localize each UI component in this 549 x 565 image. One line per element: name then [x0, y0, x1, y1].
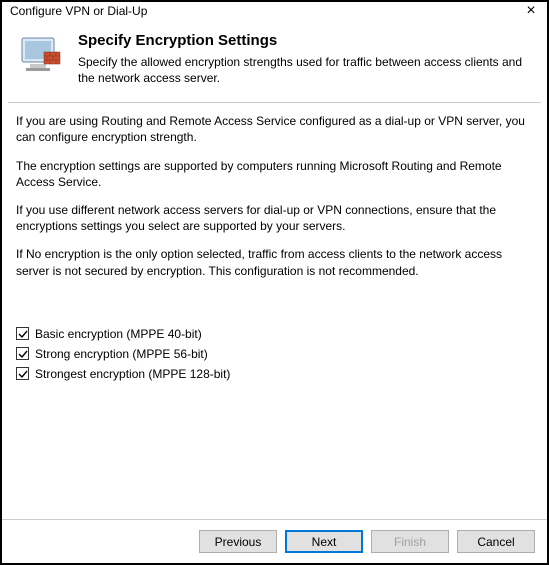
- encryption-options: Basic encryption (MPPE 40-bit) Strong en…: [16, 327, 533, 381]
- page-subheading: Specify the allowed encryption strengths…: [78, 55, 533, 86]
- cancel-button[interactable]: Cancel: [457, 530, 535, 553]
- dialog-window: Configure VPN or Dial-Up × Specify En: [0, 0, 549, 565]
- info-paragraph-3: If you use different network access serv…: [16, 202, 533, 234]
- checkbox-strongest-encryption[interactable]: Strongest encryption (MPPE 128-bit): [16, 367, 533, 381]
- titlebar: Configure VPN or Dial-Up ×: [2, 2, 547, 24]
- dialog-body: If you are using Routing and Remote Acce…: [2, 103, 547, 519]
- checkmark-icon: [16, 367, 29, 380]
- previous-button[interactable]: Previous: [199, 530, 277, 553]
- close-icon[interactable]: ×: [521, 4, 541, 18]
- monitor-firewall-icon: [16, 32, 64, 80]
- next-button[interactable]: Next: [285, 530, 363, 553]
- checkmark-icon: [16, 347, 29, 360]
- dialog-footer: Previous Next Finish Cancel: [2, 519, 547, 563]
- header-text: Specify Encryption Settings Specify the …: [78, 32, 533, 86]
- dialog-header: Specify Encryption Settings Specify the …: [2, 24, 547, 102]
- page-heading: Specify Encryption Settings: [78, 32, 533, 49]
- checkbox-label: Basic encryption (MPPE 40-bit): [35, 327, 202, 341]
- checkbox-label: Strong encryption (MPPE 56-bit): [35, 347, 208, 361]
- info-paragraph-2: The encryption settings are supported by…: [16, 158, 533, 190]
- info-paragraph-4: If No encryption is the only option sele…: [16, 246, 533, 278]
- checkbox-strong-encryption[interactable]: Strong encryption (MPPE 56-bit): [16, 347, 533, 361]
- window-title: Configure VPN or Dial-Up: [10, 4, 147, 18]
- finish-button: Finish: [371, 530, 449, 553]
- checkbox-basic-encryption[interactable]: Basic encryption (MPPE 40-bit): [16, 327, 533, 341]
- checkmark-icon: [16, 327, 29, 340]
- info-paragraph-1: If you are using Routing and Remote Acce…: [16, 113, 533, 145]
- checkbox-label: Strongest encryption (MPPE 128-bit): [35, 367, 230, 381]
